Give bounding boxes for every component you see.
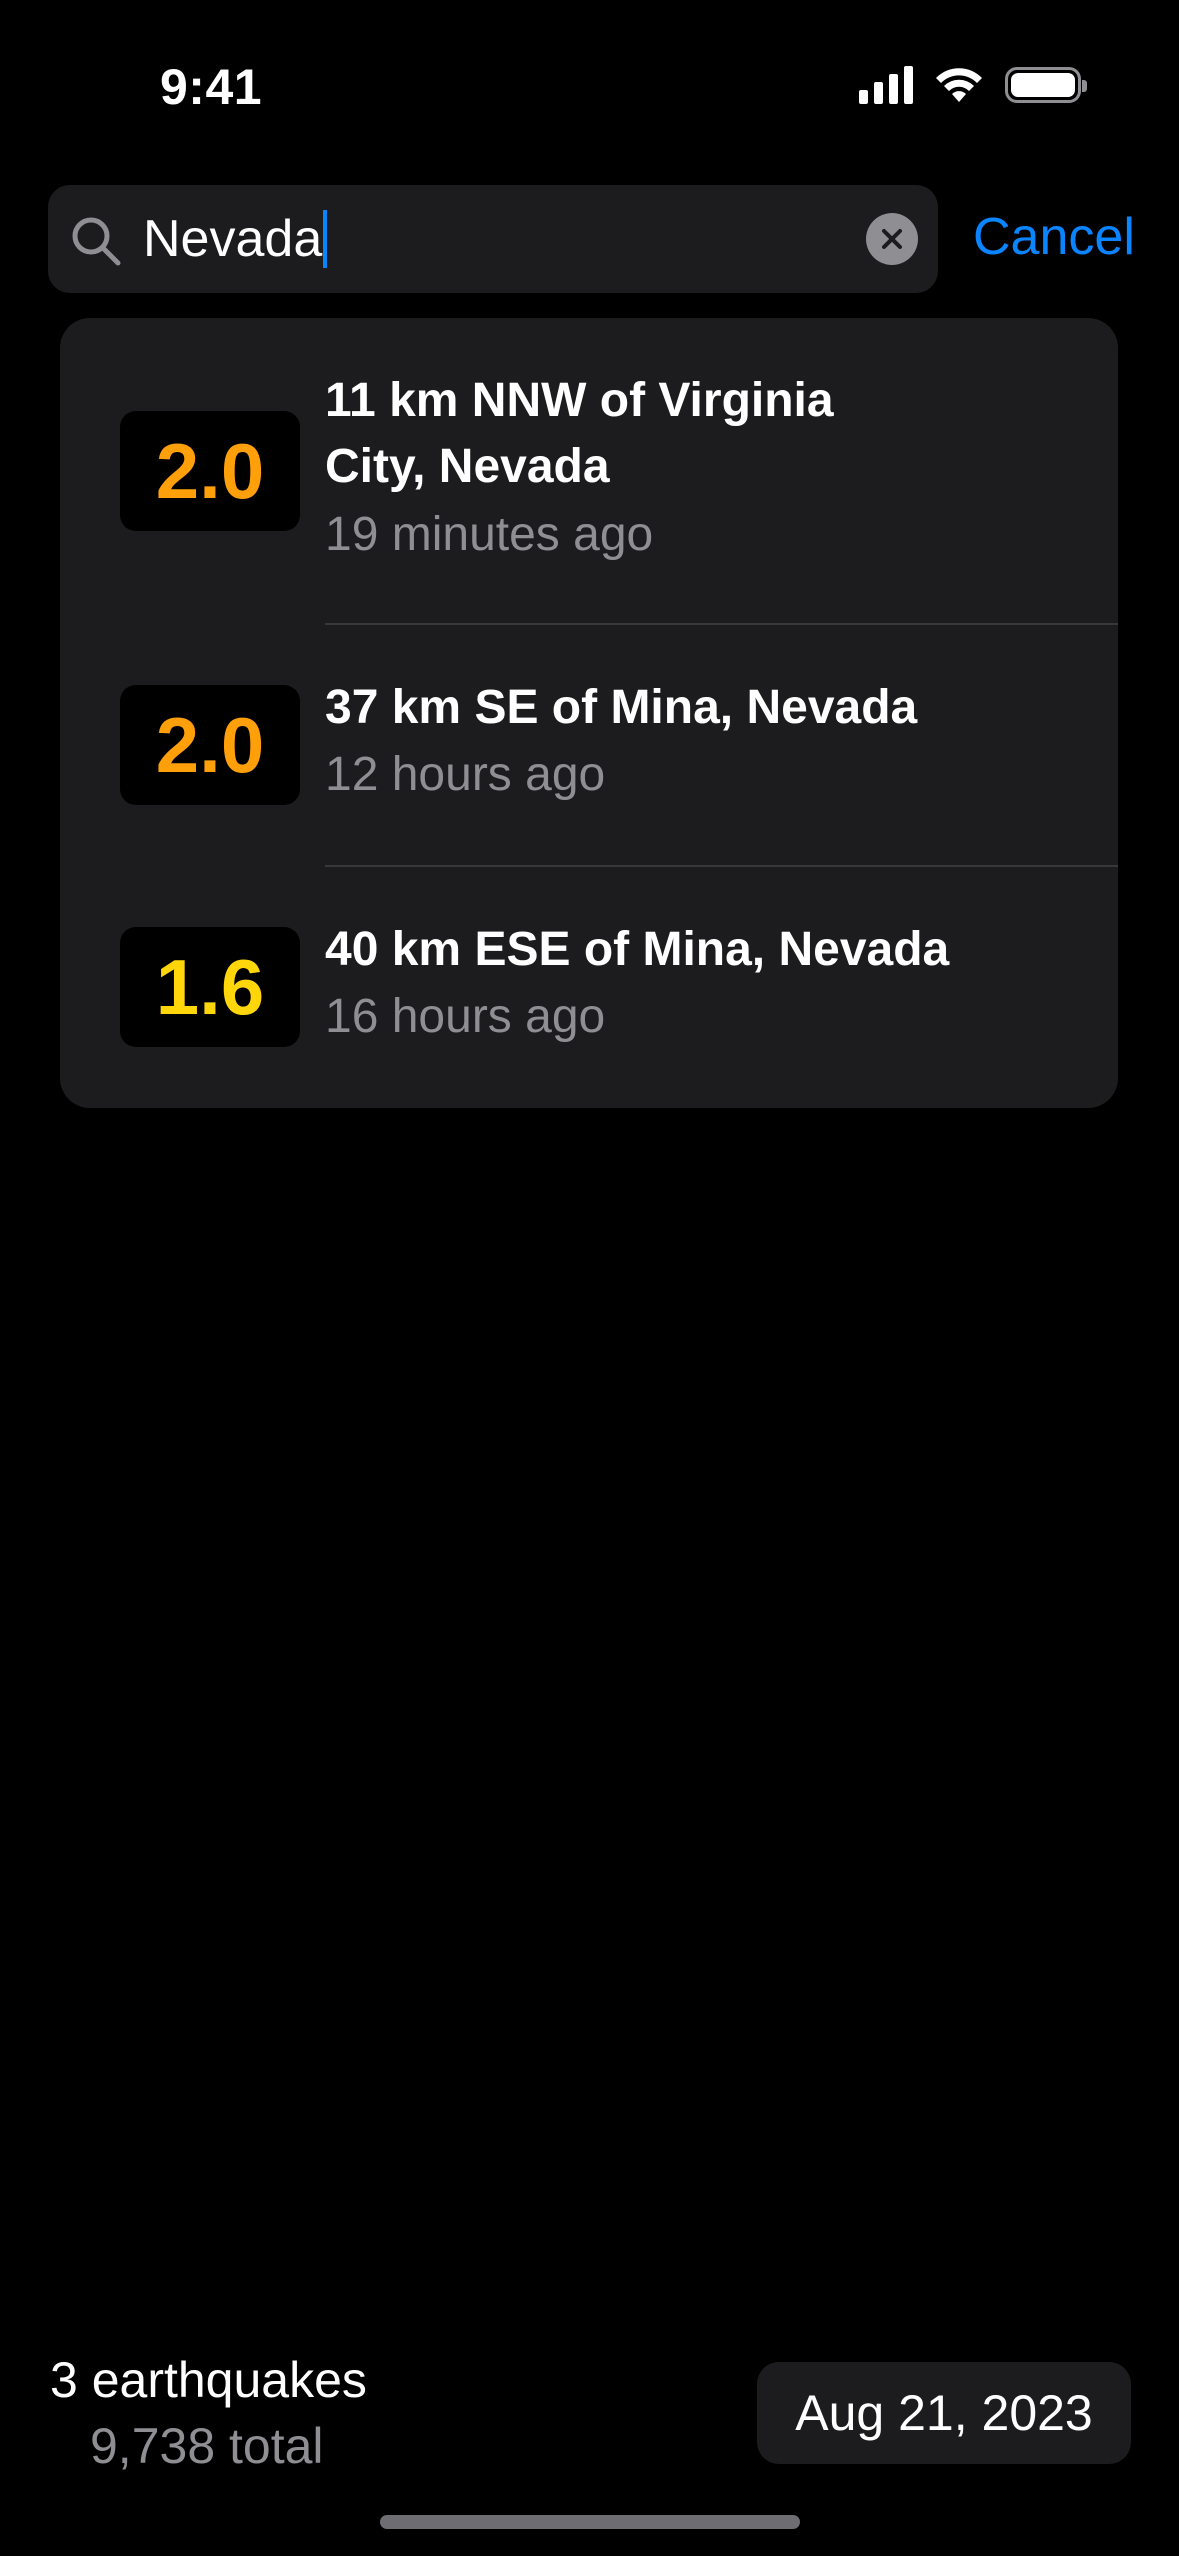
magnitude-badge: 1.6: [120, 927, 300, 1047]
magnitude-badge: 2.0: [120, 685, 300, 805]
search-icon: [72, 217, 121, 266]
earthquake-place: 40 km ESE of Mina, Nevada: [325, 923, 950, 976]
search-input[interactable]: Nevada: [143, 185, 328, 293]
earthquake-time: 12 hours ago: [325, 748, 606, 801]
close-icon: [882, 229, 902, 249]
search-input-value: Nevada: [143, 210, 323, 268]
earthquake-place: 11 km NNW of Virginia City, Nevada: [325, 374, 834, 493]
search-field[interactable]: Nevada: [48, 185, 938, 293]
wifi-icon: [936, 68, 982, 102]
earthquake-time: 19 minutes ago: [325, 508, 654, 561]
home-indicator[interactable]: [380, 2515, 800, 2529]
magnitude-badge: 2.0: [120, 411, 300, 531]
earthquake-row[interactable]: 1.6 40 km ESE of Mina, Nevada 16 hours a…: [60, 867, 1118, 1108]
earthquake-time: 16 hours ago: [325, 990, 606, 1043]
status-time: 9:41: [160, 59, 263, 115]
date-picker-button[interactable]: Aug 21, 2023: [757, 2362, 1131, 2464]
text-caret: [323, 210, 328, 269]
status-icons: [859, 66, 1087, 104]
earthquake-count: 3 earthquakes: [50, 2352, 367, 2408]
clear-search-button[interactable]: [866, 213, 918, 265]
earthquake-row[interactable]: 2.0 37 km SE of Mina, Nevada 12 hours ag…: [60, 625, 1118, 865]
earthquake-place: 37 km SE of Mina, Nevada: [325, 681, 918, 734]
earthquake-total: 9,738 total: [90, 2418, 324, 2474]
cancel-button[interactable]: Cancel: [973, 205, 1135, 269]
cellular-signal-icon: [859, 66, 913, 104]
results-list: 2.0 11 km NNW of Virginia City, Nevada 1…: [60, 318, 1118, 1108]
earthquake-row[interactable]: 2.0 11 km NNW of Virginia City, Nevada 1…: [60, 318, 1118, 624]
battery-icon: [1005, 67, 1087, 103]
